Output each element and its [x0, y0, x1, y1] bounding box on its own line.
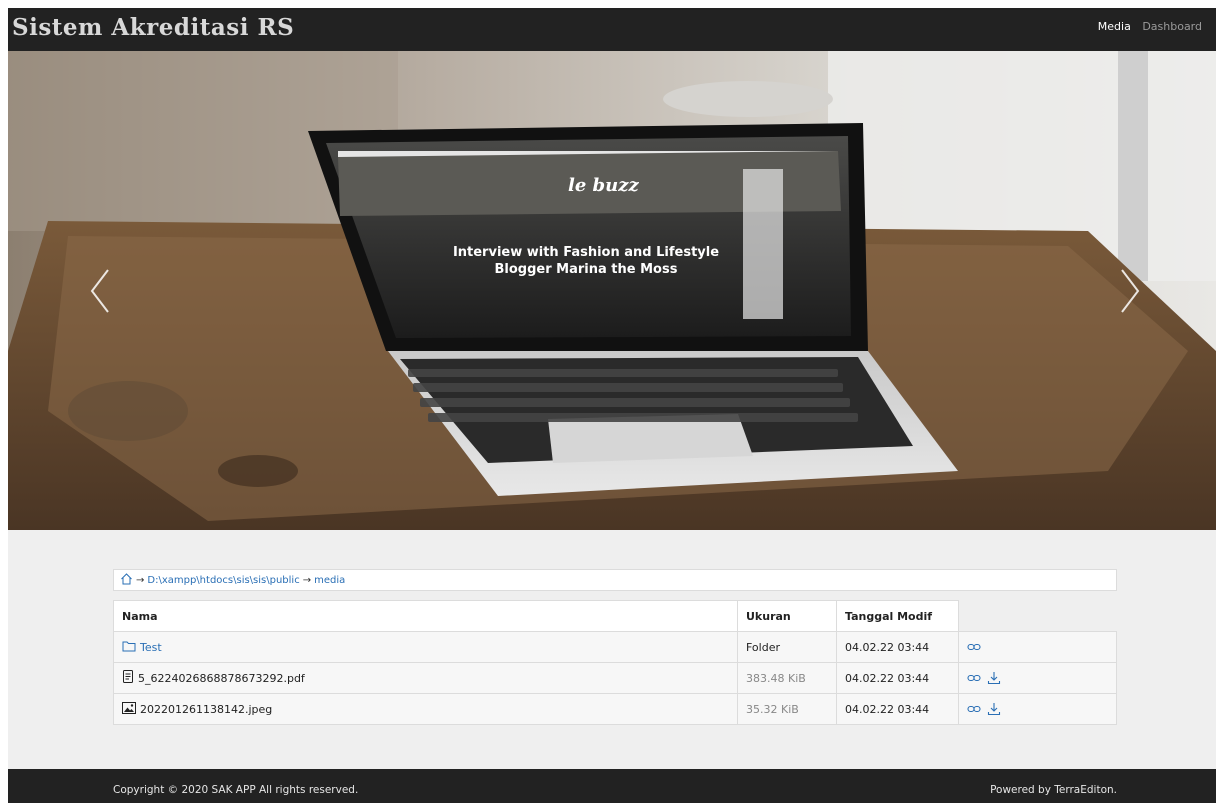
- cell-name: 202201261138142.jpeg: [113, 693, 738, 725]
- pdf-file-icon: [122, 670, 134, 686]
- cell-name: 5_6224026868878673292.pdf: [113, 662, 738, 694]
- brand-title[interactable]: Sistem Akreditasi RS: [12, 14, 294, 41]
- breadcrumb-item-media[interactable]: media: [314, 575, 345, 586]
- cell-date: 04.02.22 03:44: [836, 631, 959, 663]
- breadcrumb-separator: →: [302, 574, 312, 586]
- cell-size: Folder: [737, 631, 837, 663]
- file-name-link[interactable]: Test: [140, 641, 162, 654]
- home-icon[interactable]: [120, 572, 133, 588]
- table-row: 5_6224026868878673292.pdf 383.48 KiB 04.…: [113, 662, 1117, 694]
- app-frame: Sistem Akreditasi RS Media Dashboard le …: [8, 8, 1216, 803]
- link-icon[interactable]: [967, 642, 981, 652]
- chevron-left-icon: [90, 269, 109, 313]
- carousel-next-button[interactable]: [1114, 266, 1144, 316]
- cell-date: 04.02.22 03:44: [836, 662, 959, 694]
- file-browser: → D:\xampp\htdocs\sis\sis\public → media…: [113, 569, 1117, 725]
- chevron-right-icon: [1121, 269, 1140, 313]
- table-row: Test Folder 04.02.22 03:44: [113, 631, 1117, 663]
- header-size[interactable]: Ukuran: [737, 600, 837, 632]
- folder-icon: [122, 640, 136, 655]
- screen-headline-line1: Interview with Fashion and Lifestyle: [453, 245, 719, 260]
- cell-actions: [958, 662, 1117, 694]
- header-name[interactable]: Nama: [113, 600, 738, 632]
- carousel-prev-button[interactable]: [86, 266, 116, 316]
- breadcrumb: → D:\xampp\htdocs\sis\sis\public → media: [113, 569, 1117, 591]
- file-table: Nama Ukuran Tanggal Modif Test Folder 04…: [113, 600, 1117, 725]
- footer: Copyright © 2020 SAK APP All rights rese…: [8, 769, 1216, 803]
- breadcrumb-separator: →: [136, 574, 145, 586]
- header-date[interactable]: Tanggal Modif: [836, 600, 959, 632]
- top-navbar: Sistem Akreditasi RS Media Dashboard: [8, 8, 1216, 51]
- download-icon[interactable]: [987, 702, 1001, 716]
- header-actions: [958, 600, 1117, 632]
- image-file-icon: [122, 701, 136, 717]
- table-header-row: Nama Ukuran Tanggal Modif: [113, 600, 1117, 632]
- nav-link-media[interactable]: Media: [1098, 20, 1131, 33]
- cell-date: 04.02.22 03:44: [836, 693, 959, 725]
- table-row: 202201261138142.jpeg 35.32 KiB 04.02.22 …: [113, 693, 1117, 725]
- cell-actions: [958, 693, 1117, 725]
- cell-size: 35.32 KiB: [737, 693, 837, 725]
- file-name[interactable]: 5_6224026868878673292.pdf: [138, 672, 305, 685]
- page: Sistem Akreditasi RS Media Dashboard le …: [0, 0, 1216, 803]
- nav-links: Media Dashboard: [1090, 20, 1202, 33]
- cell-size: 383.48 KiB: [737, 662, 837, 694]
- footer-powered-by: Powered by TerraEditon.: [990, 784, 1117, 796]
- nav-link-dashboard[interactable]: Dashboard: [1142, 20, 1202, 33]
- carousel-slide-image: le buzz Interview with Fashion and Lifes…: [8, 51, 1216, 530]
- footer-copyright: Copyright © 2020 SAK APP All rights rese…: [113, 784, 359, 796]
- cell-name: Test: [113, 631, 738, 663]
- download-icon[interactable]: [987, 671, 1001, 685]
- cell-actions: [958, 631, 1117, 663]
- file-name[interactable]: 202201261138142.jpeg: [140, 703, 272, 716]
- screen-headline-line2: Blogger Marina the Moss: [495, 262, 678, 277]
- screen-logo: le buzz: [568, 175, 639, 196]
- hero-carousel: le buzz Interview with Fashion and Lifes…: [8, 51, 1216, 530]
- link-icon[interactable]: [967, 673, 981, 683]
- breadcrumb-item-path[interactable]: D:\xampp\htdocs\sis\sis\public: [147, 575, 299, 586]
- link-icon[interactable]: [967, 704, 981, 714]
